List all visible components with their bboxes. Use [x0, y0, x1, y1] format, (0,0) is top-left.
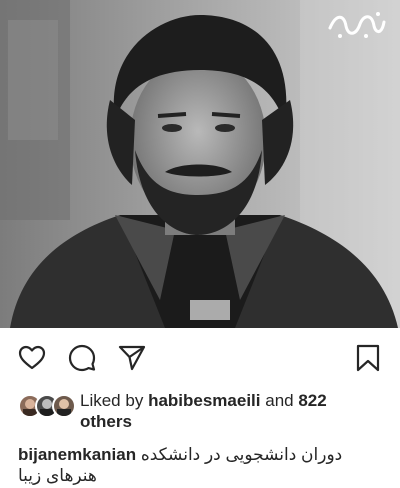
- bookmark-icon[interactable]: [354, 344, 382, 372]
- likes-conjunction: and: [265, 391, 294, 410]
- paper-plane-icon[interactable]: [118, 344, 146, 372]
- likes-summary: Liked by habibesmaeili and 822 others: [18, 390, 388, 434]
- portrait-image: [0, 0, 400, 328]
- likes-prefix: Liked by: [80, 391, 144, 410]
- comment-icon[interactable]: [68, 344, 96, 372]
- post-caption: bijanemkanian دوران دانشجویی در دانشکده …: [18, 444, 388, 486]
- site-watermark-logo: [326, 8, 388, 44]
- likes-text: Liked by habibesmaeili and 822 others: [80, 390, 380, 432]
- heart-icon[interactable]: [18, 344, 46, 372]
- post-photo[interactable]: [0, 0, 400, 328]
- caption-username-link[interactable]: bijanemkanian: [18, 445, 136, 464]
- liker-username-link[interactable]: habibesmaeili: [148, 391, 260, 410]
- post-action-bar: [0, 340, 400, 380]
- avatar: [52, 394, 76, 418]
- liker-avatars[interactable]: [18, 394, 78, 418]
